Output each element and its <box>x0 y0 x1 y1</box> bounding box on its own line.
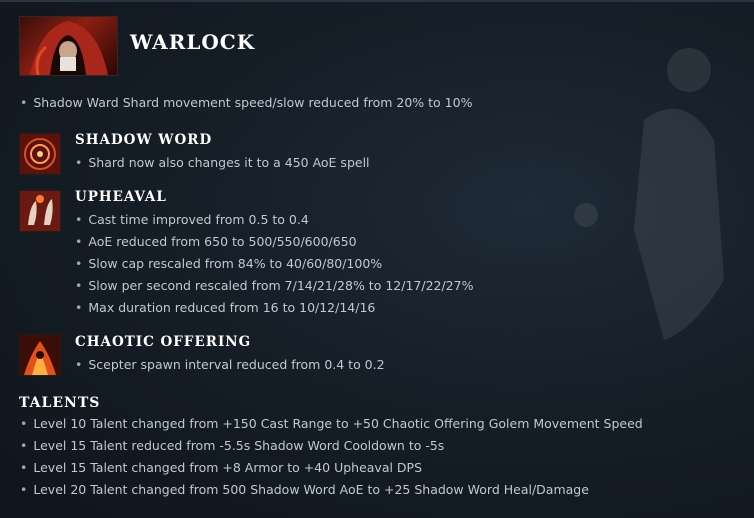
ability-note: • Cast time improved from 0.5 to 0.4 <box>75 212 309 227</box>
upheaval-icon <box>19 190 61 232</box>
bullet-dot: • <box>20 460 28 475</box>
bullet-dot: • <box>20 438 28 453</box>
ability-title-upheaval: UPHEAVAL <box>75 189 167 205</box>
bullet-dot: • <box>20 416 28 431</box>
ability-note: • AoE reduced from 650 to 500/550/600/650 <box>75 234 357 249</box>
ability-title-chaotic-offering: CHAOTIC OFFERING <box>75 334 252 350</box>
bullet-dot: • <box>20 482 28 497</box>
talents-title: TALENTS <box>19 395 101 411</box>
bullet-dot: • <box>75 357 83 372</box>
talent-note: • Level 15 Talent reduced from -5.5s Shad… <box>20 438 445 453</box>
ability-note: • Scepter spawn interval reduced from 0.4… <box>75 357 385 372</box>
ability-note: • Slow per second rescaled from 7/14/21/2… <box>75 278 474 293</box>
talent-note: • Level 20 Talent changed from 500 Shadow… <box>20 482 589 497</box>
talent-note: • Level 15 Talent changed from +8 Armor t… <box>20 460 423 475</box>
bullet-dot: • <box>75 256 83 271</box>
shadow-word-icon <box>19 133 61 175</box>
bullet-dot: • <box>75 155 83 170</box>
bullet-dot: • <box>75 278 83 293</box>
warlock-portrait <box>19 16 118 76</box>
bullet-dot: • <box>75 300 83 315</box>
hero-name: WARLOCK <box>130 30 256 54</box>
ability-note: • Max duration reduced from 16 to 10/12/1… <box>75 300 376 315</box>
bullet-dot: • <box>75 234 83 249</box>
ability-note: • Slow cap rescaled from 84% to 40/60/80/… <box>75 256 383 271</box>
talent-note: • Level 10 Talent changed from +150 Cast … <box>20 416 643 431</box>
ability-title-shadow-word: SHADOW WORD <box>75 132 213 148</box>
top-divider <box>0 0 754 2</box>
bullet-dot: • <box>75 212 83 227</box>
bullet-dot: • <box>20 95 28 110</box>
warlock-silhouette-watermark <box>574 48 724 340</box>
hero-note: • Shadow Ward Shard movement speed/slow r… <box>20 95 473 110</box>
chaotic-offering-icon <box>19 334 61 376</box>
patch-notes-panel: WARLOCK • Shadow Ward Shard movement spee… <box>0 0 754 518</box>
ability-note: • Shard now also changes it to a 450 AoE … <box>75 155 370 170</box>
